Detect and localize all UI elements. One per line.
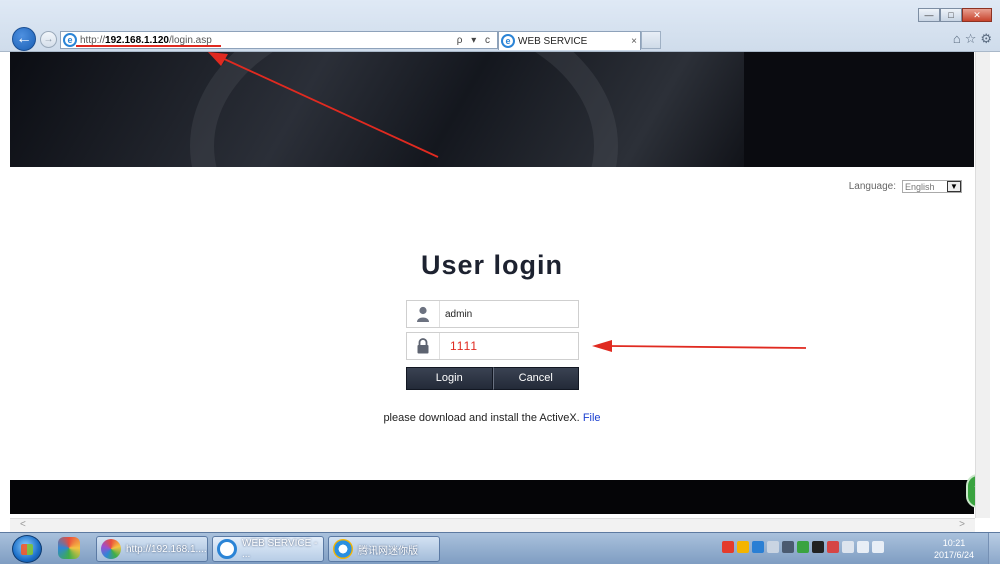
- taskbar-item-web-service[interactable]: WEB SERVICE - ...: [212, 536, 324, 562]
- start-button[interactable]: [12, 535, 42, 563]
- favorites-star-icon[interactable]: ☆: [965, 31, 977, 47]
- taskbar-item-tencent[interactable]: 腾讯网迷你版: [328, 536, 440, 562]
- scroll-right-icon[interactable]: >: [959, 519, 965, 530]
- ie-app-icon: [217, 539, 237, 559]
- horizontal-scrollbar[interactable]: < >: [10, 518, 975, 532]
- clock-date: 2017/6/24: [933, 550, 974, 560]
- tab-web-service[interactable]: e WEB SERVICE ×: [498, 31, 641, 50]
- tencent-app-icon: [333, 539, 353, 559]
- network-icon[interactable]: [752, 541, 764, 553]
- tray-app-icon[interactable]: [737, 541, 749, 553]
- lock-icon: [407, 333, 440, 359]
- chevron-down-icon[interactable]: ▼: [947, 181, 961, 192]
- language-value: English: [905, 181, 935, 192]
- header-banner: [10, 52, 974, 167]
- tab-label: WEB SERVICE: [518, 35, 588, 47]
- settings-gear-icon[interactable]: ⚙: [980, 31, 992, 47]
- username-input[interactable]: admin: [440, 309, 472, 320]
- show-desktop-button[interactable]: [988, 533, 1000, 565]
- username-field[interactable]: admin: [406, 300, 579, 328]
- activex-text: please download and install the ActiveX.: [383, 412, 580, 424]
- page-title: User login: [420, 250, 564, 280]
- thermometer-icon[interactable]: [767, 541, 779, 553]
- taskbar-item-label: WEB SERVICE - ...: [242, 538, 318, 560]
- device-icon[interactable]: [842, 541, 854, 553]
- browser-toolbar: ⌂ ☆ ⚙: [953, 31, 992, 47]
- user-icon: [407, 301, 440, 327]
- browser-app-icon: [101, 539, 121, 559]
- footer-bar: [10, 480, 974, 514]
- system-tray: [722, 541, 884, 553]
- vertical-scrollbar[interactable]: [975, 52, 990, 518]
- volume-icon[interactable]: [872, 541, 884, 553]
- activex-notice: please download and install the ActiveX.…: [10, 412, 974, 424]
- cancel-button[interactable]: Cancel: [492, 367, 579, 390]
- quick-launch-browser-icon[interactable]: [58, 537, 80, 559]
- url-underline-annotation: [76, 45, 221, 47]
- security-icon[interactable]: [797, 541, 809, 553]
- password-input[interactable]: 1111: [440, 339, 478, 353]
- ie-page-icon: e: [63, 33, 77, 47]
- forward-button[interactable]: →: [40, 31, 57, 48]
- banner-art: [10, 52, 744, 167]
- system-clock[interactable]: 10:21 2017/6/24: [934, 537, 974, 561]
- language-select[interactable]: English ▼: [902, 180, 962, 193]
- bottom-margin: [0, 564, 1000, 587]
- home-icon[interactable]: ⌂: [953, 31, 961, 47]
- taskbar-item-label: http://192.168.1....: [126, 543, 207, 555]
- password-field[interactable]: 1111: [406, 332, 579, 360]
- address-tools[interactable]: ρ ▾ c: [457, 35, 497, 46]
- clock-time: 10:21: [942, 538, 966, 548]
- taskbar-item-browser[interactable]: http://192.168.1....: [96, 536, 208, 562]
- taskbar-item-label: 腾讯网迷你版: [358, 545, 418, 557]
- back-button[interactable]: ←: [12, 27, 36, 51]
- page-viewport: Language: English ▼ User login admin 111…: [10, 52, 974, 518]
- tab-close-icon[interactable]: ×: [628, 36, 640, 47]
- language-label: Language:: [848, 181, 896, 192]
- scroll-left-icon[interactable]: <: [20, 519, 26, 530]
- qq-icon[interactable]: [812, 541, 824, 553]
- language-selector-row: Language: English ▼: [849, 180, 962, 193]
- new-tab-button[interactable]: [641, 31, 661, 49]
- close-window-button[interactable]: ✕: [962, 8, 992, 22]
- monitor-icon[interactable]: [782, 541, 794, 553]
- login-buttons: Login Cancel: [406, 367, 579, 390]
- maximize-button[interactable]: □: [940, 8, 962, 22]
- login-button[interactable]: Login: [406, 367, 493, 390]
- flag-icon[interactable]: [827, 541, 839, 553]
- signal-icon[interactable]: [857, 541, 869, 553]
- minimize-button[interactable]: —: [918, 8, 940, 22]
- ie-tab-icon: e: [501, 34, 515, 48]
- window-controls: — □ ✕: [918, 8, 992, 22]
- activex-file-link[interactable]: File: [583, 412, 601, 424]
- sogou-icon[interactable]: [722, 541, 734, 553]
- taskbar: http://192.168.1.... WEB SERVICE - ... 腾…: [0, 532, 1000, 565]
